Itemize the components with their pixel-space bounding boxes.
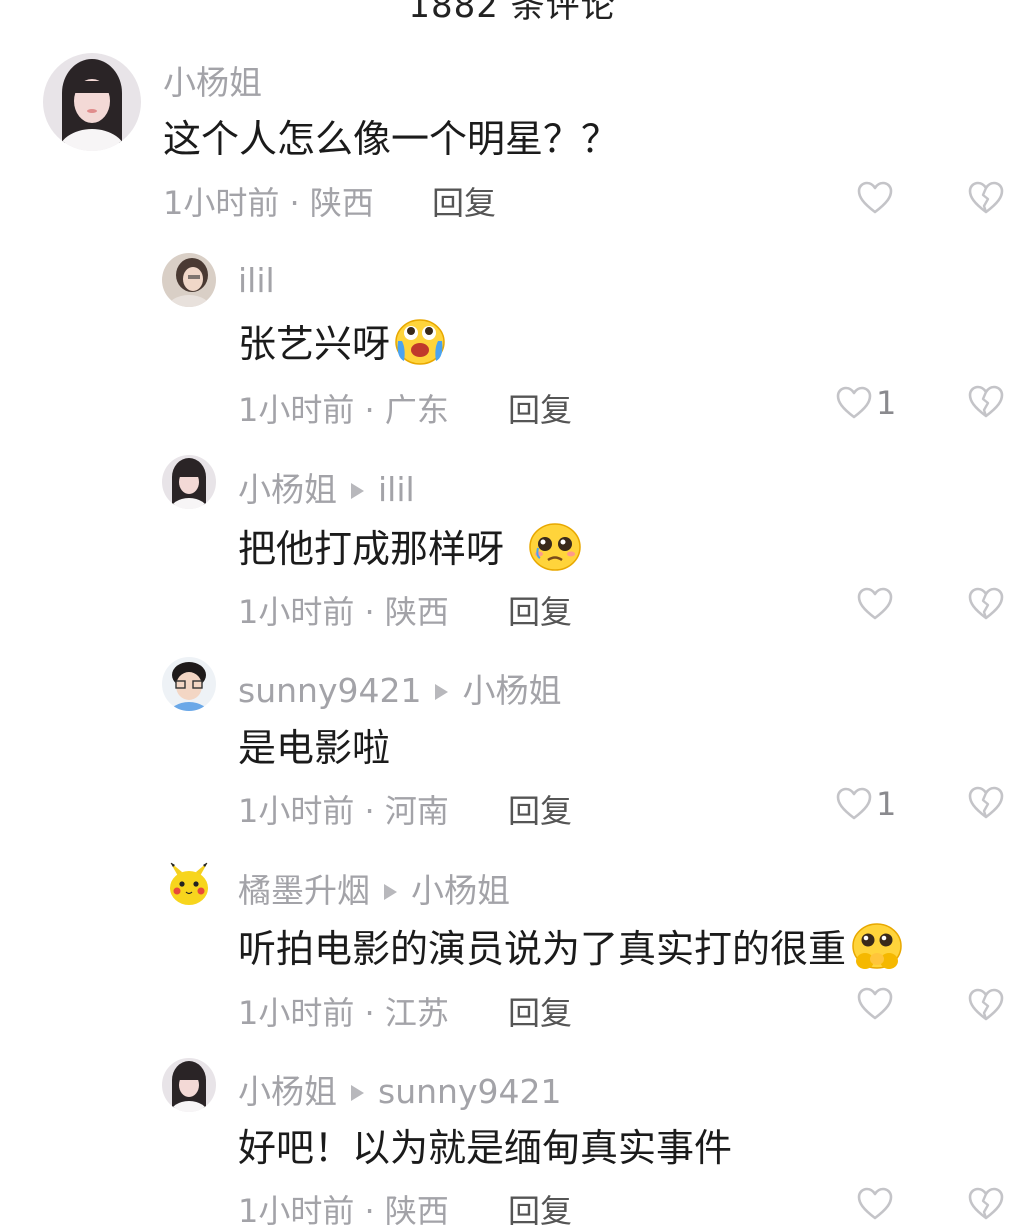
- woman-avatar-icon: [162, 253, 216, 307]
- user-avatar[interactable]: [162, 455, 216, 509]
- like-button[interactable]: [857, 1187, 893, 1221]
- reply-button[interactable]: 回复: [508, 587, 572, 633]
- dislike-button[interactable]: [968, 587, 1004, 625]
- dislike-button[interactable]: [968, 181, 1004, 219]
- comment-text: 好吧！以为就是缅甸真实事件: [238, 1126, 733, 1170]
- dislike-button[interactable]: [968, 786, 1004, 824]
- heart-icon: [836, 386, 872, 419]
- covering-mouth-emoji-icon: [850, 921, 904, 982]
- user-avatar[interactable]: [43, 53, 141, 151]
- like-button[interactable]: [857, 181, 893, 215]
- comment-text: 把他打成那样呀: [238, 518, 582, 581]
- reply-button[interactable]: 回复: [508, 385, 572, 431]
- username[interactable]: 橘墨升烟 小杨姐: [238, 864, 510, 912]
- dislike-button[interactable]: [968, 385, 1004, 423]
- like-button[interactable]: [857, 587, 893, 621]
- broken-heart-icon: [968, 786, 1004, 819]
- user-avatar[interactable]: [162, 1058, 216, 1112]
- heart-icon: [857, 181, 893, 214]
- boy-avatar-icon: [162, 657, 216, 711]
- heart-icon: [857, 987, 893, 1020]
- reply-arrow-icon: [435, 683, 449, 700]
- girl-avatar-icon: [162, 455, 216, 509]
- dislike-button[interactable]: [968, 988, 1004, 1026]
- comment-time-location: 1小时前 · 陕西: [238, 593, 449, 631]
- reply-arrow-icon: [351, 482, 364, 499]
- broken-heart-icon: [968, 988, 1004, 1021]
- user-avatar[interactable]: [162, 657, 216, 711]
- user-avatar[interactable]: [162, 856, 216, 910]
- pikachu-avatar-icon: [162, 856, 216, 910]
- comment-time-location: 1小时前 · 河南: [238, 792, 449, 830]
- like-count: 1: [876, 785, 897, 823]
- broken-heart-icon: [968, 181, 1004, 214]
- comment-text: 是电影啦: [238, 726, 391, 770]
- crying-face-emoji-icon: [394, 317, 446, 376]
- username[interactable]: ilil: [238, 261, 275, 300]
- comment-time-location: 1小时前 · 广东: [238, 391, 449, 429]
- comment-time-location: 1小时前 · 江苏: [238, 994, 449, 1032]
- username[interactable]: sunny9421 小杨姐: [238, 664, 561, 712]
- girl-avatar-icon: [43, 53, 141, 151]
- like-count: 1: [876, 384, 897, 422]
- comment-text: 听拍电影的演员说为了真实打的很重: [238, 918, 904, 982]
- dislike-button[interactable]: [968, 1187, 1004, 1225]
- like-button[interactable]: [857, 987, 893, 1021]
- reply-button[interactable]: 回复: [508, 786, 572, 832]
- reply-arrow-icon: [384, 883, 397, 900]
- comment-text: 这个人怎么像一个明星？？: [163, 117, 620, 161]
- username[interactable]: 小杨姐: [163, 56, 262, 104]
- comment-time-location: 1小时前 · 陕西: [163, 184, 374, 222]
- reply-arrow-icon: [351, 1084, 364, 1101]
- heart-icon: [857, 587, 893, 620]
- like-button[interactable]: 1: [836, 384, 896, 422]
- reply-button[interactable]: 回复: [508, 1186, 572, 1225]
- broken-heart-icon: [968, 587, 1004, 620]
- reply-button[interactable]: 回复: [432, 178, 496, 224]
- comments-screen: 1882 条评论 小杨姐 这个人怎么像一个明星？？ 1小时前 · 陕西 回复 i…: [0, 0, 1024, 1225]
- girl-avatar-icon: [162, 1058, 216, 1112]
- comment-text: 张艺兴呀: [238, 313, 446, 376]
- pleading-face-emoji-icon: [528, 522, 582, 581]
- heart-icon: [857, 1187, 893, 1220]
- reply-button[interactable]: 回复: [508, 988, 572, 1034]
- username[interactable]: 小杨姐 ilil: [238, 463, 415, 511]
- comment-time-location: 1小时前 · 陕西: [238, 1192, 449, 1225]
- user-avatar[interactable]: [162, 253, 216, 307]
- username[interactable]: 小杨姐 sunny9421: [238, 1065, 561, 1113]
- comment-count-title: 1882 条评论: [408, 0, 616, 26]
- heart-icon: [836, 787, 872, 820]
- broken-heart-icon: [968, 1187, 1004, 1220]
- broken-heart-icon: [968, 385, 1004, 418]
- like-button[interactable]: 1: [836, 785, 896, 823]
